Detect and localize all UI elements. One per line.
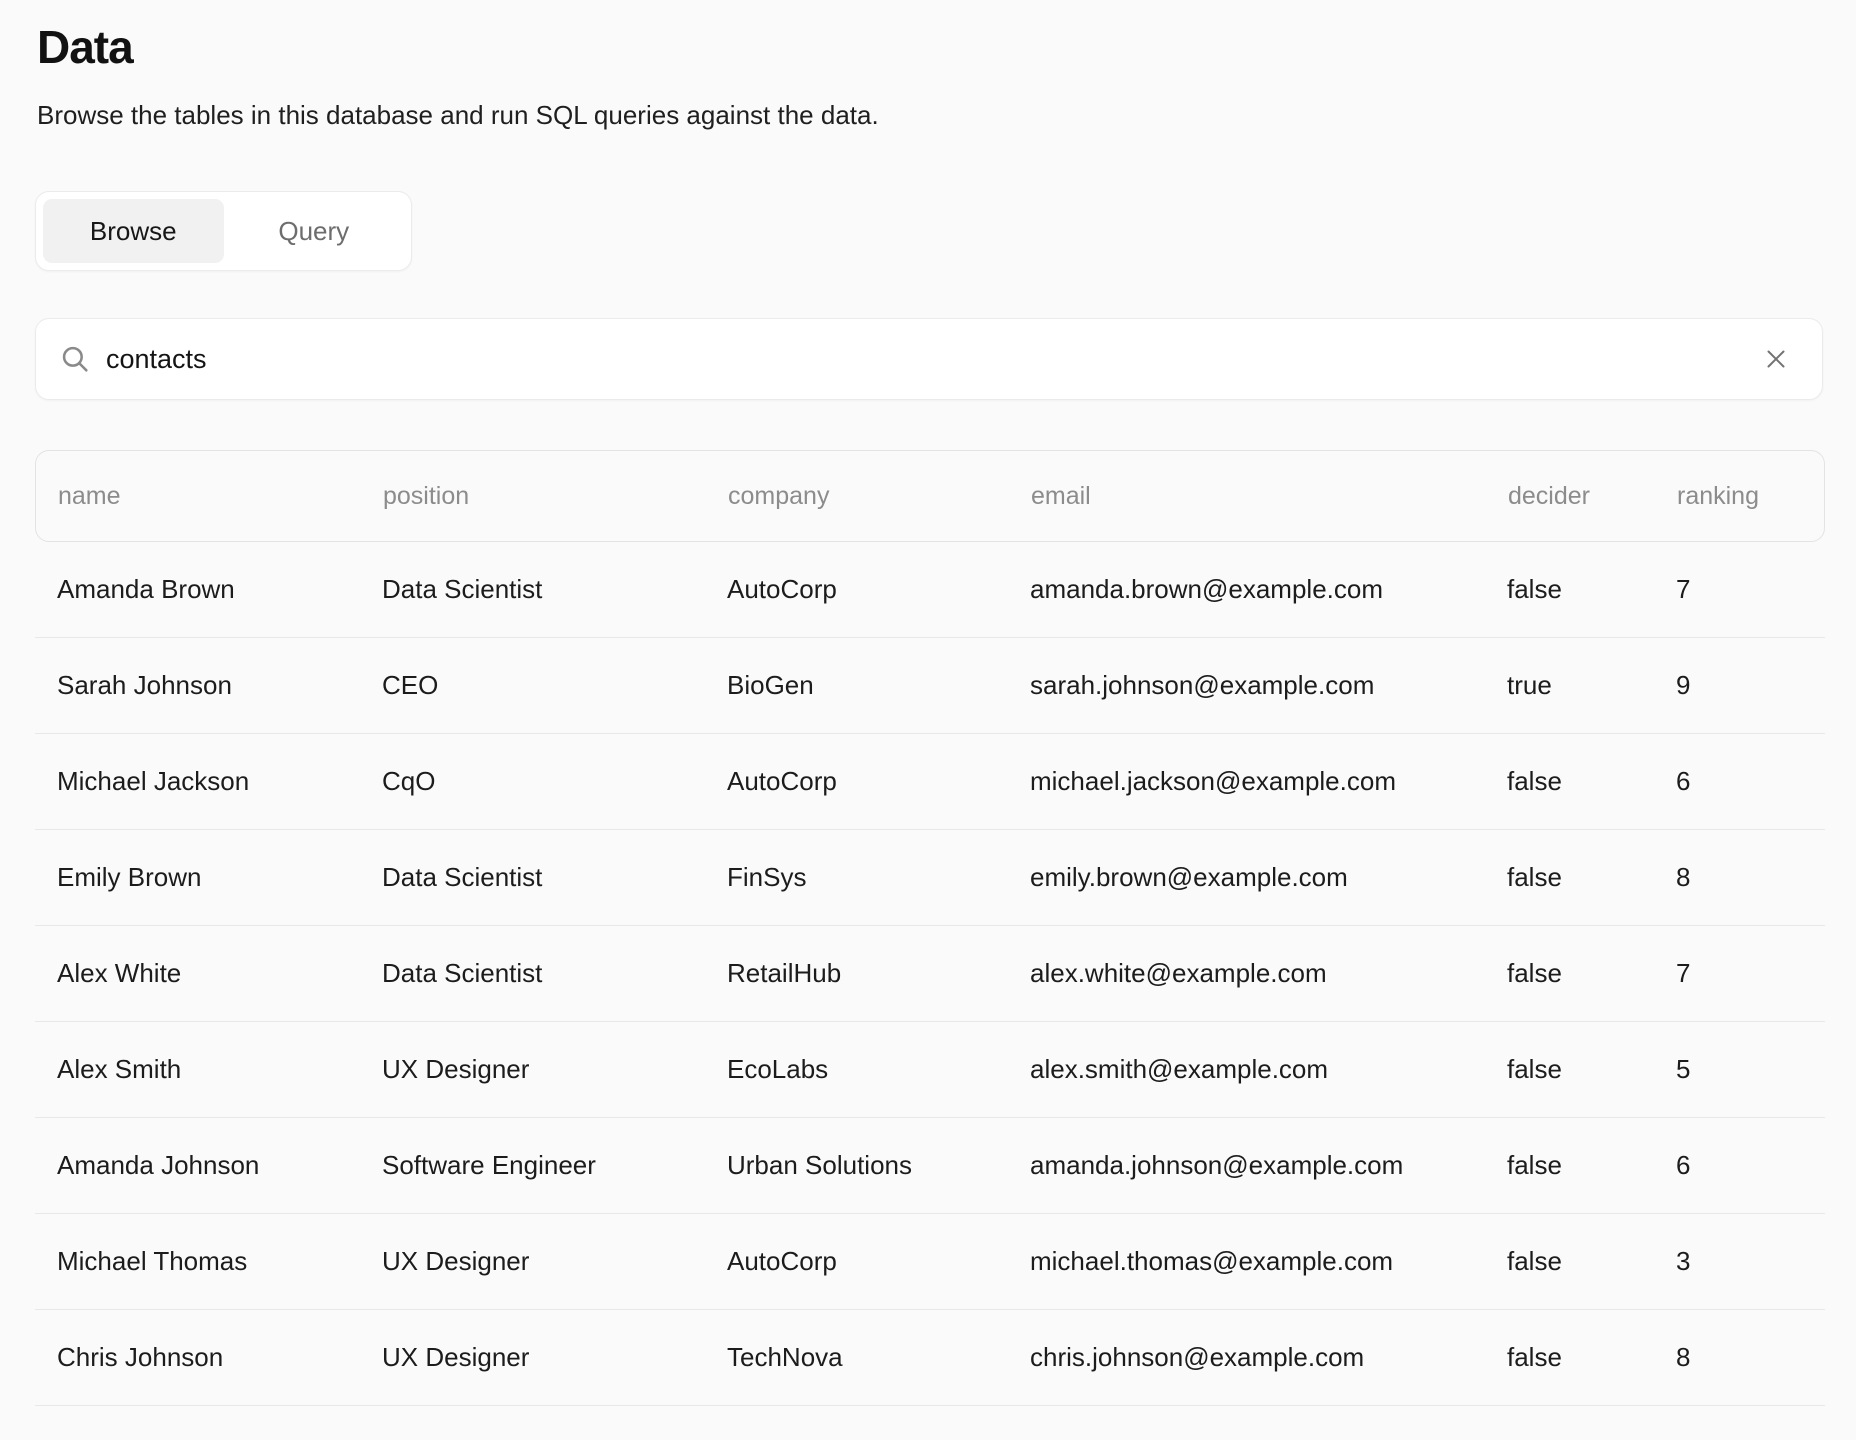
cell-name: Alex Smith <box>57 1054 382 1085</box>
cell-email: sarah.johnson@example.com <box>1030 670 1507 701</box>
cell-email: emily.brown@example.com <box>1030 862 1507 893</box>
column-header-decider: decider <box>1508 482 1677 511</box>
cell-ranking: 5 <box>1676 1054 1825 1085</box>
page-title: Data <box>37 20 133 74</box>
cell-company: BioGen <box>727 670 1030 701</box>
cell-position: CqO <box>382 766 727 797</box>
cell-ranking: 3 <box>1676 1246 1825 1277</box>
cell-position: UX Designer <box>382 1054 727 1085</box>
cell-position: CEO <box>382 670 727 701</box>
cell-email: alex.smith@example.com <box>1030 1054 1507 1085</box>
table-row: Sarah Johnson CEO BioGen sarah.johnson@e… <box>35 638 1825 734</box>
cell-email: amanda.brown@example.com <box>1030 574 1507 605</box>
cell-ranking: 8 <box>1676 1342 1825 1373</box>
cell-company: FinSys <box>727 862 1030 893</box>
cell-company: TechNova <box>727 1342 1030 1373</box>
cell-name: Amanda Brown <box>57 574 382 605</box>
page-subtitle: Browse the tables in this database and r… <box>37 100 879 131</box>
cell-email: michael.thomas@example.com <box>1030 1246 1507 1277</box>
cell-name: Chris Johnson <box>57 1342 382 1373</box>
cell-email: amanda.johnson@example.com <box>1030 1150 1507 1181</box>
cell-decider: false <box>1507 1054 1676 1085</box>
data-page: Data Browse the tables in this database … <box>0 0 1856 1440</box>
cell-position: Data Scientist <box>382 574 727 605</box>
cell-ranking: 7 <box>1676 574 1825 605</box>
x-icon <box>1761 344 1791 374</box>
tab-query[interactable]: Query <box>224 199 405 263</box>
cell-position: Data Scientist <box>382 958 727 989</box>
cell-decider: false <box>1507 574 1676 605</box>
table-row: Amanda Brown Data Scientist AutoCorp ama… <box>35 542 1825 638</box>
cell-name: Michael Jackson <box>57 766 382 797</box>
table-row: Amanda Johnson Software Engineer Urban S… <box>35 1118 1825 1214</box>
cell-ranking: 6 <box>1676 766 1825 797</box>
table-row: Michael Jackson CqO AutoCorp michael.jac… <box>35 734 1825 830</box>
cell-decider: false <box>1507 862 1676 893</box>
cell-ranking: 8 <box>1676 862 1825 893</box>
cell-ranking: 6 <box>1676 1150 1825 1181</box>
cell-company: RetailHub <box>727 958 1030 989</box>
tab-browse[interactable]: Browse <box>43 199 224 263</box>
cell-name: Amanda Johnson <box>57 1150 382 1181</box>
table-row: Alex White Data Scientist RetailHub alex… <box>35 926 1825 1022</box>
cell-position: UX Designer <box>382 1342 727 1373</box>
cell-decider: false <box>1507 1342 1676 1373</box>
cell-company: EcoLabs <box>727 1054 1030 1085</box>
cell-name: Alex White <box>57 958 382 989</box>
cell-company: AutoCorp <box>727 766 1030 797</box>
cell-ranking: 7 <box>1676 958 1825 989</box>
search-input[interactable] <box>106 319 1756 399</box>
search-icon <box>58 342 92 376</box>
column-header-ranking: ranking <box>1677 482 1824 511</box>
cell-position: Data Scientist <box>382 862 727 893</box>
table-row: Chris Johnson UX Designer TechNova chris… <box>35 1310 1825 1406</box>
table-header-row: name position company email decider rank… <box>35 450 1825 542</box>
cell-name: Michael Thomas <box>57 1246 382 1277</box>
cell-decider: false <box>1507 1246 1676 1277</box>
cell-name: Sarah Johnson <box>57 670 382 701</box>
column-header-email: email <box>1031 482 1508 511</box>
cell-company: AutoCorp <box>727 574 1030 605</box>
column-header-position: position <box>383 482 728 511</box>
column-header-name: name <box>58 482 383 511</box>
cell-decider: false <box>1507 1150 1676 1181</box>
table-search-box <box>35 318 1823 400</box>
clear-search-button[interactable] <box>1756 339 1796 379</box>
cell-email: chris.johnson@example.com <box>1030 1342 1507 1373</box>
browse-query-tab-group: Browse Query <box>35 191 412 271</box>
cell-position: UX Designer <box>382 1246 727 1277</box>
cell-email: alex.white@example.com <box>1030 958 1507 989</box>
cell-company: AutoCorp <box>727 1246 1030 1277</box>
table-body: Amanda Brown Data Scientist AutoCorp ama… <box>35 542 1825 1406</box>
cell-decider: false <box>1507 958 1676 989</box>
cell-decider: true <box>1507 670 1676 701</box>
table-row: Emily Brown Data Scientist FinSys emily.… <box>35 830 1825 926</box>
cell-position: Software Engineer <box>382 1150 727 1181</box>
column-header-company: company <box>728 482 1031 511</box>
contacts-table: name position company email decider rank… <box>35 450 1825 1406</box>
cell-company: Urban Solutions <box>727 1150 1030 1181</box>
cell-decider: false <box>1507 766 1676 797</box>
table-row: Michael Thomas UX Designer AutoCorp mich… <box>35 1214 1825 1310</box>
table-row: Alex Smith UX Designer EcoLabs alex.smit… <box>35 1022 1825 1118</box>
cell-ranking: 9 <box>1676 670 1825 701</box>
cell-email: michael.jackson@example.com <box>1030 766 1507 797</box>
cell-name: Emily Brown <box>57 862 382 893</box>
